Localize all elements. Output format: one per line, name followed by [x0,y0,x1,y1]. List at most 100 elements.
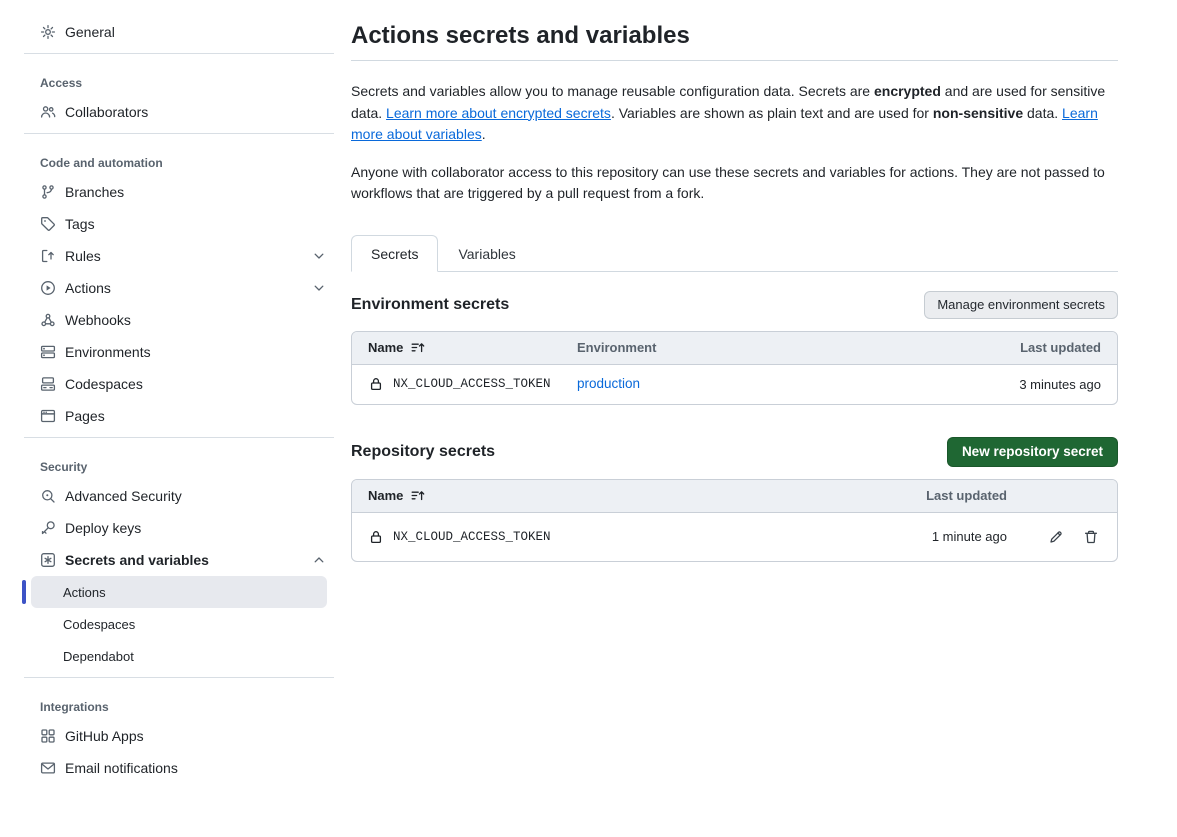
people-icon [40,104,56,120]
sidebar-item-deploy-keys[interactable]: Deploy keys [0,512,351,544]
sidebar-item-label: Email notifications [65,760,178,776]
manage-environment-secrets-button[interactable]: Manage environment secrets [924,291,1118,319]
emphasis-text: encrypted [874,83,941,99]
edit-secret-button[interactable] [1046,527,1066,547]
rules-icon [40,248,56,264]
column-header-label: Name [368,340,403,355]
key-icon [40,520,56,536]
chevron-down-icon [311,248,327,264]
sidebar-section-security: Security [0,454,351,480]
sidebar-item-webhooks[interactable]: Webhooks [0,304,351,336]
sidebar-divider [24,677,334,678]
sidebar-divider [24,133,334,134]
column-header-last-updated: Last updated [857,488,1007,503]
code-scan-icon [40,488,56,504]
git-branch-icon [40,184,56,200]
intro-paragraph: Secrets and variables allow you to manag… [351,81,1118,146]
page-title: Actions secrets and variables [351,22,1118,61]
play-icon [40,280,56,296]
row-actions [1007,527,1101,547]
sidebar-item-label: General [65,24,115,40]
repository-secrets-section-head: Repository secrets New repository secret [351,437,1118,467]
main-content: Actions secrets and variables Secrets an… [351,0,1118,837]
last-updated: 3 minutes ago [931,377,1101,392]
column-header-name[interactable]: Name [368,488,857,504]
sidebar-nav: General AccessCollaborators Code and autom… [0,16,351,784]
sidebar-divider [24,437,334,438]
new-repository-secret-button[interactable]: New repository secret [947,437,1118,467]
browser-icon [40,408,56,424]
last-updated: 1 minute ago [857,529,1007,544]
sidebar-item-branches[interactable]: Branches [0,176,351,208]
table-row: NX_CLOUD_ACCESS_TOKEN 1 minute ago [352,513,1117,561]
sidebar-item-codespaces[interactable]: Codespaces [0,368,351,400]
environment-secrets-table: NameEnvironmentLast updatedNX_CLOUD_ACCE… [351,331,1118,405]
secret-name: NX_CLOUD_ACCESS_TOKEN [393,377,551,391]
environment-secrets-section-head: Environment secrets Manage environment s… [351,291,1118,319]
sidebar-item-rules[interactable]: Rules [0,240,351,272]
sidebar-item-collaborators[interactable]: Collaborators [0,96,351,128]
codespaces-icon [40,376,56,392]
sidebar-item-advanced-security[interactable]: Advanced Security [0,480,351,512]
sidebar-item-label: Rules [65,248,101,264]
chevron-up-icon [311,552,327,568]
secrets-variables-tabs: SecretsVariables [351,235,1118,272]
sidebar-item-label: Secrets and variables [65,552,209,568]
sidebar-subitem-label: Dependabot [63,649,134,664]
lock-icon [368,529,384,545]
sidebar-section-access: Access [0,70,351,96]
sidebar-divider [24,53,334,54]
mail-icon [40,760,56,776]
sidebar-item-label: Branches [65,184,124,200]
environment-link[interactable]: production [577,376,640,391]
sidebar-item-label: Environments [65,344,151,360]
sidebar-item-general[interactable]: General [0,16,351,48]
tab-secrets[interactable]: Secrets [351,235,438,272]
environments-icon [40,344,56,360]
table-row: NX_CLOUD_ACCESS_TOKEN production 3 minutes… [352,365,1117,404]
sidebar-item-actions[interactable]: Actions [0,272,351,304]
repository-secrets-table: Name Last updated NX_CLOUD_ACCESS_TOKEN 1 m… [351,479,1118,562]
secret-name-cell: NX_CLOUD_ACCESS_TOKEN [368,376,577,392]
sidebar-item-label: Pages [65,408,105,424]
table-header-row: NameEnvironmentLast updated [352,332,1117,365]
delete-secret-button[interactable] [1081,527,1101,547]
sidebar-item-label: Codespaces [65,376,143,392]
sidebar-item-pages[interactable]: Pages [0,400,351,432]
repository-secrets-heading: Repository secrets [351,443,495,461]
tab-variables[interactable]: Variables [438,235,535,272]
environment-cell: production [577,375,931,393]
sidebar-item-environments[interactable]: Environments [0,336,351,368]
sidebar-section-integrations: Integrations [0,694,351,720]
chevron-down-icon [311,280,327,296]
column-header-last-updated: Last updated [931,340,1101,355]
tag-icon [40,216,56,232]
sidebar-item-tags[interactable]: Tags [0,208,351,240]
lock-icon [368,376,384,392]
sidebar-item-label: Advanced Security [65,488,182,504]
environment-secrets-heading: Environment secrets [351,296,509,314]
sidebar-subitem-codespaces[interactable]: Codespaces [31,608,327,640]
sort-ascending-icon [410,340,426,356]
table-header-row: Name Last updated [352,480,1117,513]
sidebar-item-secrets-and-variables[interactable]: Secrets and variables [0,544,351,576]
sidebar-subitem-label: Actions [63,585,106,600]
sidebar-item-label: Webhooks [65,312,131,328]
sidebar-item-github-apps[interactable]: GitHub Apps [0,720,351,752]
note-paragraph: Anyone with collaborator access to this … [351,162,1118,205]
sidebar-item-email-notifications[interactable]: Email notifications [0,752,351,784]
emphasis-text: non-sensitive [933,105,1023,121]
sidebar-item-label: Actions [65,280,111,296]
sidebar-subitem-dependabot[interactable]: Dependabot [31,640,327,672]
sidebar-subitem-actions[interactable]: Actions [31,576,327,608]
column-header-label: Name [368,488,403,503]
secret-name: NX_CLOUD_ACCESS_TOKEN [393,530,551,544]
sidebar-item-label: Deploy keys [65,520,141,536]
apps-icon [40,728,56,744]
sidebar-item-label: Tags [65,216,95,232]
gear-icon [40,24,56,40]
column-header-name[interactable]: Name [368,340,577,356]
sidebar-section-code-and-automation: Code and automation [0,150,351,176]
learn-more-link[interactable]: Learn more about encrypted secrets [386,105,611,121]
sidebar-item-label: GitHub Apps [65,728,144,744]
